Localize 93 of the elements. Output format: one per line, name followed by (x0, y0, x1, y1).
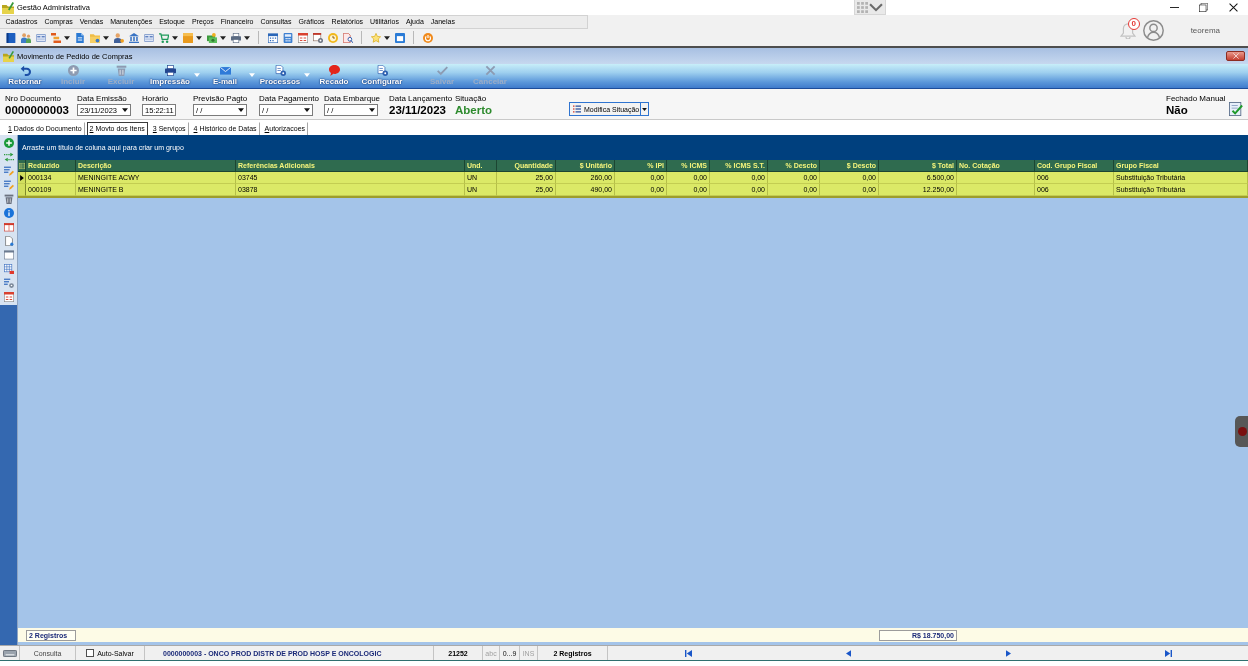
user-name[interactable]: teorema (1190, 26, 1220, 35)
field-label: Data Pagamento (259, 93, 320, 104)
people-icon[interactable] (20, 32, 31, 43)
arrows-icon[interactable] (3, 152, 14, 162)
grid-icon (857, 1, 868, 13)
caret-icon (248, 73, 255, 77)
star-icon[interactable] (370, 32, 381, 43)
caret-icon[interactable] (196, 35, 202, 40)
caret-icon[interactable] (244, 35, 250, 40)
book-icon[interactable] (5, 32, 16, 43)
document-gear-icon (274, 65, 286, 76)
status-value: Aberto (455, 104, 493, 117)
close-icon (1232, 53, 1239, 59)
document-search-icon[interactable] (342, 32, 353, 43)
edit-list-icon[interactable] (3, 180, 14, 190)
first-page-icon[interactable] (684, 649, 692, 657)
field-value: 23/11/2023 (389, 104, 446, 117)
folder-icon[interactable] (89, 32, 100, 43)
printer-icon[interactable] (230, 32, 241, 43)
user-avatar-icon[interactable] (1142, 20, 1164, 41)
caret-icon (238, 108, 244, 112)
calendar-gear-icon[interactable] (312, 32, 323, 43)
auto-save-checkbox[interactable] (86, 649, 95, 657)
close-icon[interactable] (1228, 3, 1238, 12)
pointer-icon (19, 174, 24, 181)
folder-pen-icon (3, 50, 14, 62)
bell-icon[interactable] (1119, 22, 1136, 39)
field-label: Situação (455, 93, 487, 104)
caret-icon (193, 73, 200, 77)
keyboard-icon[interactable] (2, 649, 17, 657)
caret-icon (369, 108, 375, 112)
checklist-icon[interactable] (1229, 102, 1243, 116)
caret-icon (303, 73, 310, 77)
row-indicator[interactable] (18, 172, 26, 184)
field-label: Data Embarque (324, 93, 381, 104)
field-value: 0000000003 (5, 104, 69, 117)
cross-icon (484, 65, 496, 76)
dot-icon (1238, 427, 1247, 436)
apps-button[interactable] (854, 0, 886, 15)
caret-icon (304, 108, 310, 112)
field-label: Previsão Pagto (193, 93, 248, 104)
notification-badge: 0 (1127, 17, 1140, 30)
window-icon[interactable] (3, 250, 14, 260)
add-icon[interactable] (3, 138, 14, 148)
calendar-icon[interactable] (297, 32, 308, 43)
document-icon[interactable] (3, 236, 14, 246)
table-icon[interactable] (3, 264, 14, 274)
calendar-icon[interactable] (3, 292, 14, 302)
field-label: Data Emissão (77, 93, 127, 104)
caret-icon[interactable] (64, 35, 70, 40)
folder-pen-icon (2, 1, 14, 14)
info-icon[interactable] (3, 208, 14, 218)
document-icon[interactable] (74, 32, 85, 43)
restore-icon[interactable] (1199, 3, 1209, 12)
columns-icon[interactable] (18, 162, 25, 169)
document-gear-icon (376, 65, 388, 76)
caret-icon (122, 108, 128, 112)
field-label: Fechado Manual (1166, 93, 1226, 104)
caret-icon[interactable] (103, 35, 109, 40)
add-icon (67, 65, 79, 76)
list-icon (573, 105, 581, 113)
power-icon[interactable] (422, 32, 433, 43)
edit-list-icon[interactable] (3, 166, 14, 176)
field-value: Não (1166, 104, 1188, 117)
caret-icon[interactable] (220, 35, 226, 40)
caret-icon[interactable] (172, 35, 178, 40)
side-panel-tab[interactable] (1235, 416, 1248, 447)
caret-icon[interactable] (384, 35, 390, 40)
card-icon[interactable] (35, 32, 46, 43)
field-label: Horário (142, 93, 169, 104)
speech-bubble-icon (328, 65, 340, 76)
caret-icon (642, 107, 648, 111)
close-button[interactable] (1226, 51, 1245, 61)
field-label: Nro Documento (5, 93, 62, 104)
person-icon[interactable] (113, 32, 124, 43)
check-icon (436, 65, 448, 76)
window-icon[interactable] (394, 32, 405, 43)
field-label: Data Lançamento (389, 93, 453, 104)
envelope-icon (219, 65, 231, 76)
minimize-icon[interactable] (1170, 7, 1180, 8)
previous-icon[interactable] (845, 649, 851, 657)
calendar-icon[interactable] (267, 32, 278, 43)
book-icon[interactable] (3, 222, 14, 232)
calculator-icon[interactable] (282, 32, 293, 43)
chevron-down-icon (869, 2, 883, 12)
card-icon[interactable] (143, 32, 154, 43)
money-icon[interactable] (206, 32, 217, 43)
bin-icon (115, 65, 127, 76)
next-icon[interactable] (1005, 649, 1011, 657)
bank-icon[interactable] (128, 32, 139, 43)
last-page-icon[interactable] (1164, 649, 1172, 657)
bin-icon[interactable] (3, 194, 14, 204)
list-gear-icon[interactable] (3, 278, 14, 288)
